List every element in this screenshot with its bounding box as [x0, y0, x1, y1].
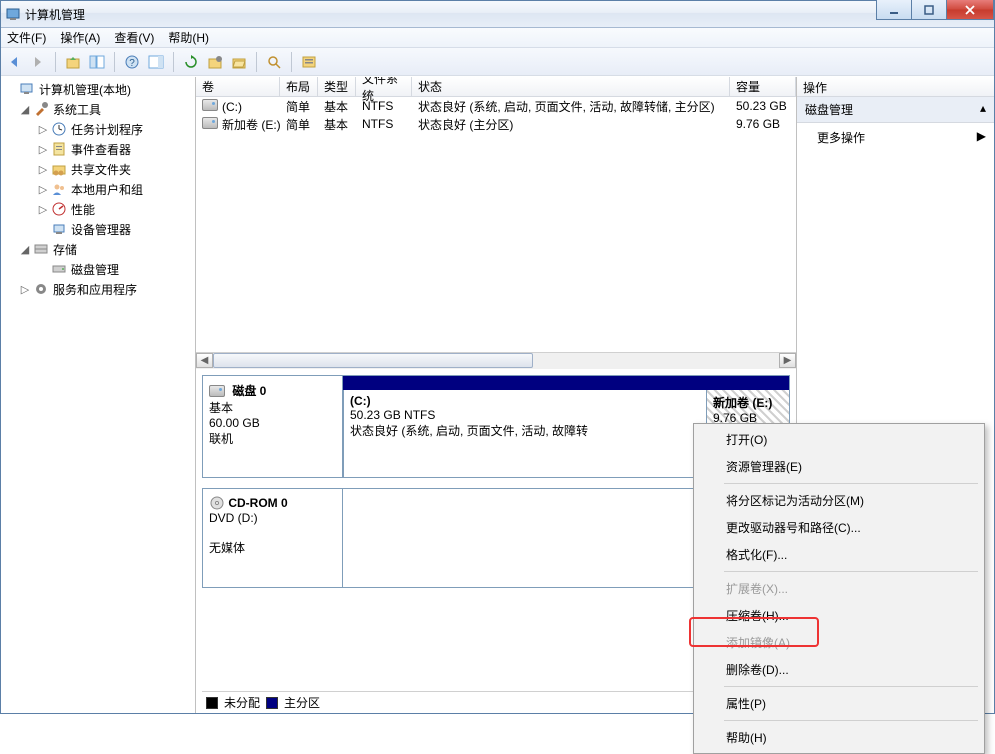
window-title: 计算机管理 — [25, 6, 85, 23]
disk-header-bar — [343, 376, 789, 390]
disk-mgmt-icon — [51, 261, 67, 277]
actions-title[interactable]: 磁盘管理▴ — [797, 97, 994, 123]
up-button[interactable] — [64, 53, 82, 71]
tree-root[interactable]: 计算机管理(本地) — [1, 79, 195, 99]
collapse-icon: ▴ — [980, 101, 986, 118]
back-button[interactable] — [5, 53, 23, 71]
volume-row[interactable]: (C:) 简单 基本 NTFS 状态良好 (系统, 启动, 页面文件, 活动, … — [196, 97, 796, 115]
refresh-icon[interactable] — [182, 53, 200, 71]
close-button[interactable] — [946, 0, 994, 20]
users-icon — [51, 181, 67, 197]
col-filesystem[interactable]: 文件系统 — [356, 77, 412, 96]
clock-icon — [51, 121, 67, 137]
event-icon — [51, 141, 67, 157]
tree-performance[interactable]: ▷性能 — [1, 199, 195, 219]
horizontal-scrollbar[interactable]: ◀ ▶ — [196, 352, 796, 369]
scroll-right-button[interactable]: ▶ — [779, 353, 796, 368]
legend-primary-label: 主分区 — [284, 694, 320, 711]
minimize-button[interactable] — [876, 0, 912, 20]
find-icon[interactable] — [265, 53, 283, 71]
tree-device-manager[interactable]: 设备管理器 — [1, 219, 195, 239]
titlebar[interactable]: 计算机管理 — [1, 1, 994, 28]
tree-system-tools[interactable]: ◢系统工具 — [1, 99, 195, 119]
ctx-extend: 扩展卷(X)... — [696, 575, 982, 602]
cdrom-icon — [209, 495, 225, 511]
ctx-mirror: 添加镜像(A)... — [696, 629, 982, 656]
list-view-icon[interactable] — [300, 53, 318, 71]
ctx-mark-active[interactable]: 将分区标记为活动分区(M) — [696, 487, 982, 514]
scroll-thumb[interactable] — [213, 353, 533, 368]
open-icon[interactable] — [230, 53, 248, 71]
volume-row[interactable]: 新加卷 (E:) 简单 基本 NTFS 状态良好 (主分区) 9.76 GB — [196, 115, 796, 133]
menu-file[interactable]: 文件(F) — [7, 29, 46, 46]
tree-pane[interactable]: 计算机管理(本地) ◢系统工具 ▷任务计划程序 ▷事件查看器 ▷共享文件夹 ▷本… — [1, 77, 196, 713]
computer-icon — [19, 81, 35, 97]
col-layout[interactable]: 布局 — [280, 77, 318, 96]
device-icon — [51, 221, 67, 237]
actions-more[interactable]: 更多操作▶ — [797, 123, 994, 152]
col-type[interactable]: 类型 — [318, 77, 356, 96]
tools-icon — [33, 101, 49, 117]
col-capacity[interactable]: 容量 — [730, 77, 796, 96]
disk-icon — [209, 385, 225, 397]
ctx-format[interactable]: 格式化(F)... — [696, 541, 982, 568]
context-menu: 打开(O) 资源管理器(E) 将分区标记为活动分区(M) 更改驱动器号和路径(C… — [693, 423, 985, 754]
chevron-right-icon: ▶ — [977, 129, 986, 146]
actions-header: 操作 — [797, 77, 994, 97]
cdrom-info: CD-ROM 0 DVD (D:) 无媒体 — [203, 489, 343, 587]
shared-folder-icon — [51, 161, 67, 177]
tree-task-scheduler[interactable]: ▷任务计划程序 — [1, 119, 195, 139]
volume-list: 卷 布局 类型 文件系统 状态 容量 (C:) 简单 基本 NTFS 状态良好 … — [196, 77, 796, 369]
help-icon[interactable]: ? — [123, 53, 141, 71]
ctx-explorer[interactable]: 资源管理器(E) — [696, 453, 982, 480]
menu-action[interactable]: 操作(A) — [60, 29, 100, 46]
tree-local-users[interactable]: ▷本地用户和组 — [1, 179, 195, 199]
col-volume[interactable]: 卷 — [196, 77, 280, 96]
menu-help[interactable]: 帮助(H) — [168, 29, 209, 46]
toolbar: ? — [1, 48, 994, 76]
storage-icon — [33, 241, 49, 257]
ctx-delete[interactable]: 删除卷(D)... — [696, 656, 982, 683]
svg-text:?: ? — [129, 58, 135, 69]
action-list-icon[interactable] — [147, 53, 165, 71]
ctx-help[interactable]: 帮助(H) — [696, 724, 982, 751]
legend-unallocated-swatch — [206, 697, 218, 709]
legend-primary-swatch — [266, 697, 278, 709]
tree-shared-folders[interactable]: ▷共享文件夹 — [1, 159, 195, 179]
partition-c[interactable]: (C:) 50.23 GB NTFS 状态良好 (系统, 启动, 页面文件, 活… — [343, 390, 706, 477]
ctx-shrink[interactable]: 压缩卷(H)... — [696, 602, 982, 629]
legend-unallocated-label: 未分配 — [224, 694, 260, 711]
col-status[interactable]: 状态 — [412, 77, 730, 96]
tree-event-viewer[interactable]: ▷事件查看器 — [1, 139, 195, 159]
app-icon — [5, 6, 21, 22]
menu-view[interactable]: 查看(V) — [114, 29, 154, 46]
disk-0-info: 磁盘 0 基本 60.00 GB 联机 — [203, 376, 343, 477]
maximize-button[interactable] — [911, 0, 947, 20]
tree-storage[interactable]: ◢存储 — [1, 239, 195, 259]
show-hide-tree-button[interactable] — [88, 53, 106, 71]
settings-icon[interactable] — [206, 53, 224, 71]
drive-icon — [202, 99, 218, 111]
tree-services[interactable]: ▷服务和应用程序 — [1, 279, 195, 299]
menubar: 文件(F) 操作(A) 查看(V) 帮助(H) — [1, 28, 994, 48]
perf-icon — [51, 201, 67, 217]
forward-button[interactable] — [29, 53, 47, 71]
ctx-properties[interactable]: 属性(P) — [696, 690, 982, 717]
tree-disk-management[interactable]: 磁盘管理 — [1, 259, 195, 279]
ctx-change-drive[interactable]: 更改驱动器号和路径(C)... — [696, 514, 982, 541]
drive-icon — [202, 117, 218, 129]
ctx-open[interactable]: 打开(O) — [696, 426, 982, 453]
services-icon — [33, 281, 49, 297]
scroll-left-button[interactable]: ◀ — [196, 353, 213, 368]
